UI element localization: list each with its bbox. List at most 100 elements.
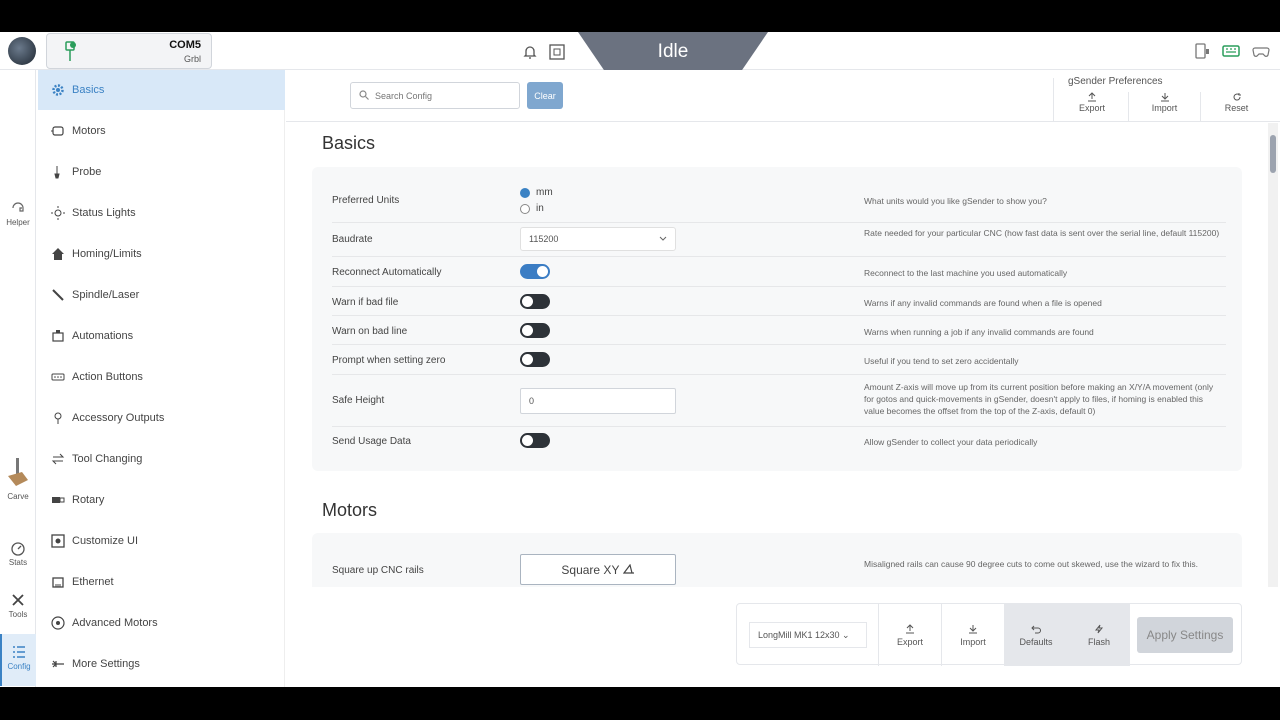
- rail-stats[interactable]: Stats: [0, 540, 36, 567]
- firmware-tools-icon[interactable]: [548, 43, 566, 61]
- sidebar-item-motors[interactable]: Motors: [38, 111, 285, 151]
- warn-file-toggle[interactable]: [520, 294, 550, 309]
- gear-icon: [50, 82, 66, 98]
- setting-row-warn-line: Warn on bad line Warns when running a jo…: [332, 316, 1226, 345]
- setting-row-baudrate: Baudrate 115200 Rate needed for your par…: [332, 223, 1226, 257]
- machine-profile-value: LongMill MK1 12x30: [758, 630, 840, 640]
- apply-settings-button[interactable]: Apply Settings: [1137, 617, 1233, 653]
- rail-helper[interactable]: Helper: [0, 200, 36, 227]
- advanced-motor-icon: [50, 615, 66, 631]
- undo-icon: [1031, 625, 1041, 634]
- prompt-zero-label: Prompt when setting zero: [332, 355, 446, 366]
- footer-import-button[interactable]: Import: [941, 604, 1004, 666]
- footer-import-label: Import: [960, 637, 986, 647]
- machine-profile-select[interactable]: LongMill MK1 12x30 ⌄: [749, 622, 867, 648]
- sidebar-item-label: Motors: [72, 125, 106, 137]
- clear-button[interactable]: Clear: [527, 82, 563, 109]
- footer-defaults-button[interactable]: Defaults: [1004, 604, 1067, 666]
- sidebar-item-tool-changing[interactable]: Tool Changing: [38, 439, 285, 479]
- gamepad-icon[interactable]: [1252, 43, 1270, 59]
- sidebar-item-basics[interactable]: Basics: [38, 70, 285, 110]
- export-icon: [906, 624, 914, 634]
- content-scrollbar[interactable]: [1268, 123, 1278, 587]
- sidebar-item-label: Homing/Limits: [72, 248, 142, 260]
- sidebar-item-status-lights[interactable]: Status Lights: [38, 193, 285, 233]
- sidebar-item-homing[interactable]: Homing/Limits: [38, 234, 285, 274]
- usage-toggle[interactable]: [520, 433, 550, 448]
- connection-port: COM5: [169, 39, 201, 51]
- connection-button[interactable]: COM5 Grbl: [46, 33, 212, 69]
- basics-panel: Preferred Units mm in What units would y…: [312, 167, 1242, 471]
- radio-unselected-icon: [520, 203, 530, 214]
- tools-icon: [12, 594, 24, 606]
- more-icon: [50, 656, 66, 672]
- usage-desc: Allow gSender to collect your data perio…: [864, 437, 1038, 447]
- rail-label: Helper: [6, 218, 30, 227]
- baudrate-label: Baudrate: [332, 234, 373, 245]
- rotary-icon: [50, 492, 66, 508]
- scroll-thumb[interactable]: [1270, 135, 1276, 173]
- config-header: Clear gSender Preferences Export Import …: [286, 70, 1280, 122]
- warn-file-label: Warn if bad file: [332, 297, 399, 308]
- bell-icon[interactable]: [522, 44, 538, 60]
- home-icon: [50, 246, 66, 262]
- setting-row-safe-height: Safe Height 0 Amount Z-axis will move up…: [332, 375, 1226, 427]
- sidebar-item-label: Customize UI: [72, 535, 139, 547]
- prompt-zero-toggle[interactable]: [520, 352, 550, 367]
- units-radio-in[interactable]: in: [520, 203, 544, 214]
- footer-export-label: Export: [896, 637, 923, 647]
- units-radio-mm[interactable]: mm: [520, 187, 553, 198]
- sidebar-item-rotary[interactable]: Rotary: [38, 480, 285, 520]
- footer-flash-label: Flash: [1087, 637, 1110, 647]
- search-icon: [359, 90, 369, 100]
- sidebar-item-spindle[interactable]: Spindle/Laser: [38, 275, 285, 315]
- sidebar-item-accessory-outputs[interactable]: Accessory Outputs: [38, 398, 285, 438]
- baudrate-select[interactable]: 115200: [520, 227, 676, 251]
- square-desc: Misaligned rails can cause 90 degree cut…: [864, 559, 1199, 569]
- connection-firmware: Grbl: [183, 54, 201, 64]
- sidebar-item-probe[interactable]: Probe: [38, 152, 285, 192]
- search-input[interactable]: [375, 87, 515, 105]
- prefs-import-button[interactable]: Import: [1128, 92, 1200, 122]
- export-icon: [1088, 92, 1096, 102]
- square-xy-button[interactable]: Square XY: [520, 554, 676, 585]
- sidebar-item-more-settings[interactable]: More Settings: [38, 644, 285, 684]
- customize-icon: [50, 533, 66, 549]
- prefs-reset-button[interactable]: Reset: [1200, 92, 1272, 122]
- safe-height-input[interactable]: 0: [520, 388, 676, 414]
- reconnect-toggle[interactable]: [520, 264, 550, 279]
- footer-export-button[interactable]: Export: [878, 604, 941, 666]
- prefs-import-label: Import: [1151, 103, 1178, 113]
- keyboard-icon[interactable]: [1222, 43, 1240, 59]
- gsender-logo: [8, 37, 36, 65]
- warn-line-toggle[interactable]: [520, 323, 550, 338]
- sidebar-item-advanced-motors[interactable]: Advanced Motors: [38, 603, 285, 643]
- config-icon: [13, 646, 25, 658]
- prefs-export-button[interactable]: Export: [1056, 92, 1128, 122]
- sidebar-item-action-buttons[interactable]: Action Buttons: [38, 357, 285, 397]
- swap-icon: [50, 451, 66, 467]
- prompt-zero-desc: Useful if you tend to set zero accidenta…: [864, 356, 1019, 366]
- sidebar-item-label: Probe: [72, 166, 102, 178]
- machine-status-banner: Idle: [578, 32, 768, 71]
- probe-icon: [50, 164, 66, 180]
- top-bar: COM5 Grbl Idle: [0, 32, 1280, 71]
- rail-config[interactable]: Config: [0, 634, 36, 686]
- baudrate-value: 115200: [529, 234, 559, 244]
- sidebar-item-ethernet[interactable]: Ethernet: [38, 562, 285, 602]
- rail-label: Tools: [8, 610, 28, 619]
- footer-flash-button[interactable]: Flash: [1067, 604, 1130, 666]
- config-sidebar: Basics Motors Probe Status Lights Homing…: [38, 70, 285, 687]
- ethernet-icon: [50, 574, 66, 590]
- sidebar-item-customize-ui[interactable]: Customize UI: [38, 521, 285, 561]
- radio-label: in: [536, 203, 544, 214]
- buttons-icon: [50, 369, 66, 385]
- footer-defaults-label: Defaults: [1019, 637, 1053, 647]
- rail-tools[interactable]: Tools: [0, 592, 36, 619]
- radio-label: mm: [536, 187, 553, 198]
- warn-file-desc: Warns if any invalid commands are found …: [864, 298, 1102, 308]
- mobile-icon[interactable]: [1192, 43, 1210, 59]
- preferences-group: gSender Preferences Export Import Reset: [1053, 76, 1277, 122]
- rail-carve[interactable]: Carve: [0, 458, 36, 501]
- sidebar-item-automations[interactable]: Automations: [38, 316, 285, 356]
